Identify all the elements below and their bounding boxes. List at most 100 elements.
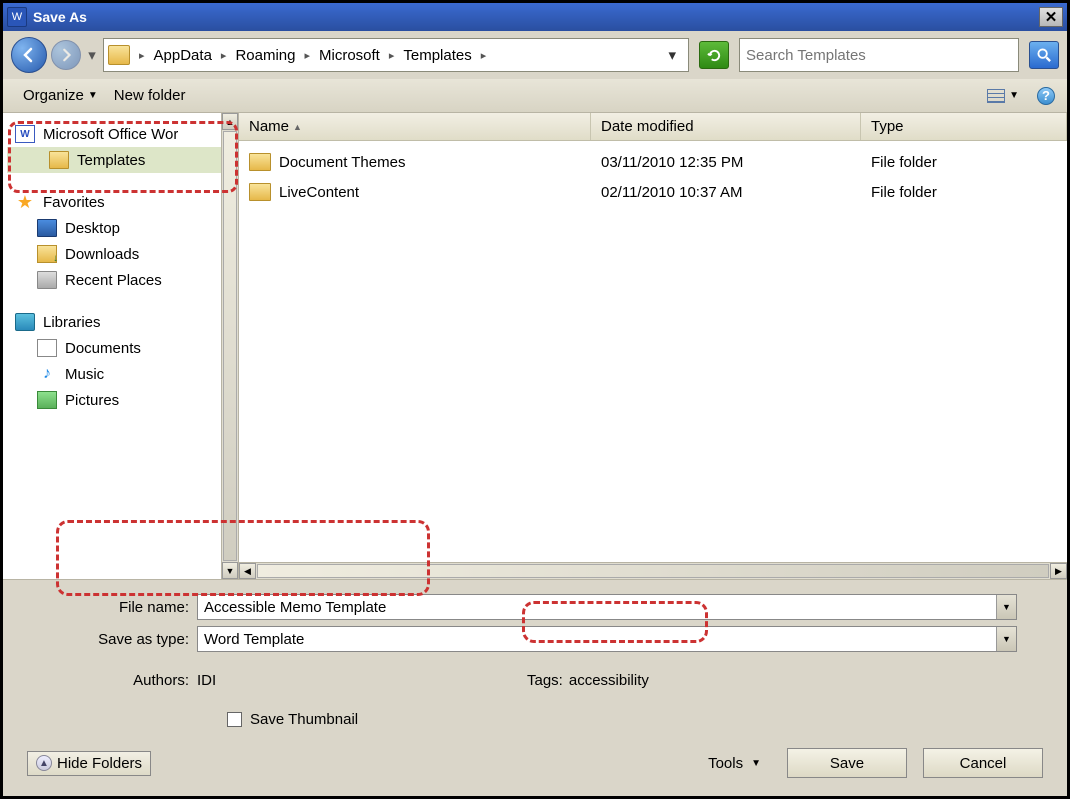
column-headers: Name ▲ Date modified Type: [239, 113, 1067, 141]
savetype-value: Word Template: [204, 631, 304, 648]
tree-item-documents[interactable]: Documents: [7, 335, 234, 361]
new-folder-button[interactable]: New folder: [106, 84, 194, 107]
footer: ▲ Hide Folders Tools ▼ Save Cancel: [3, 738, 1067, 796]
tree-label: Favorites: [43, 194, 105, 211]
new-folder-label: New folder: [114, 87, 186, 104]
chevron-right-icon: ▸: [386, 49, 398, 62]
folder-icon: [49, 151, 69, 169]
file-list[interactable]: Document Themes 03/11/2010 12:35 PM File…: [239, 141, 1067, 562]
chevron-down-icon: ▼: [88, 90, 98, 101]
savetype-label: Save as type:: [27, 631, 197, 648]
search-button[interactable]: [1029, 41, 1059, 69]
tree-label: Music: [65, 366, 104, 383]
music-icon: ♪: [37, 365, 57, 383]
search-box[interactable]: [739, 38, 1019, 72]
chevron-right-icon: ▸: [218, 49, 230, 62]
toolbar: Organize ▼ New folder ▼ ?: [3, 79, 1067, 113]
file-type: File folder: [871, 154, 937, 171]
documents-icon: [37, 339, 57, 357]
sidebar-scrollbar[interactable]: ▲ ▼: [221, 113, 238, 579]
filename-field[interactable]: Accessible Memo Template ▼: [197, 594, 1017, 620]
titlebar: W Save As ✕: [3, 3, 1067, 31]
forward-button[interactable]: [51, 40, 81, 70]
file-date: 02/11/2010 10:37 AM: [601, 184, 743, 201]
chevron-right-icon: ▸: [136, 49, 148, 62]
tree-label: Recent Places: [65, 272, 162, 289]
tools-menu[interactable]: Tools ▼: [698, 755, 771, 772]
scroll-thumb[interactable]: [257, 564, 1049, 578]
pictures-icon: [37, 391, 57, 409]
horizontal-scrollbar[interactable]: ◀ ▶: [239, 562, 1067, 579]
recent-icon: [37, 271, 57, 289]
search-input[interactable]: [744, 46, 1014, 65]
chevron-up-icon: ▲: [36, 755, 52, 771]
help-button[interactable]: ?: [1037, 87, 1055, 105]
folder-icon: [249, 183, 271, 201]
tree-item-pictures[interactable]: Pictures: [7, 387, 234, 413]
tree-label: Microsoft Office Wor: [43, 126, 178, 143]
crumb-roaming[interactable]: Roaming: [229, 47, 301, 64]
save-thumbnail-label: Save Thumbnail: [250, 711, 358, 728]
organize-button[interactable]: Organize ▼: [15, 84, 106, 107]
organize-label: Organize: [23, 87, 84, 104]
filename-value: Accessible Memo Template: [204, 599, 386, 616]
scroll-thumb[interactable]: [223, 131, 237, 561]
close-button[interactable]: ✕: [1039, 7, 1063, 27]
hide-folders-button[interactable]: ▲ Hide Folders: [27, 751, 151, 776]
column-name[interactable]: Name ▲: [239, 113, 591, 140]
tree-item-favorites[interactable]: ★ Favorites: [7, 189, 234, 215]
address-dropdown[interactable]: ▾: [660, 46, 684, 64]
crumb-templates[interactable]: Templates: [397, 47, 477, 64]
column-type[interactable]: Type: [861, 113, 1067, 140]
navigation-pane: W Microsoft Office Wor Templates ★ Favor…: [3, 113, 239, 579]
libraries-icon: [15, 313, 35, 331]
file-date: 03/11/2010 12:35 PM: [601, 154, 743, 171]
tree-item-desktop[interactable]: Desktop: [7, 215, 234, 241]
main-area: W Microsoft Office Wor Templates ★ Favor…: [3, 113, 1067, 580]
address-bar[interactable]: ▸ AppData ▸ Roaming ▸ Microsoft ▸ Templa…: [103, 38, 689, 72]
scroll-right-button[interactable]: ▶: [1050, 563, 1067, 579]
scroll-up-button[interactable]: ▲: [222, 113, 238, 130]
crumb-microsoft[interactable]: Microsoft: [313, 47, 386, 64]
window-title: Save As: [33, 9, 1039, 25]
savetype-field[interactable]: Word Template ▼: [197, 626, 1017, 652]
tree-item-libraries[interactable]: Libraries: [7, 309, 234, 335]
tree-item-templates[interactable]: Templates: [7, 147, 234, 173]
scroll-down-button[interactable]: ▼: [222, 562, 238, 579]
refresh-button[interactable]: [699, 41, 729, 69]
views-button[interactable]: ▼: [979, 86, 1027, 106]
arrow-right-icon: [59, 48, 73, 62]
tree-item-downloads[interactable]: Downloads: [7, 241, 234, 267]
scroll-left-button[interactable]: ◀: [239, 563, 256, 579]
desktop-icon: [37, 219, 57, 237]
nav-history-dropdown[interactable]: ▾: [85, 46, 99, 64]
column-date[interactable]: Date modified: [591, 113, 861, 140]
file-row[interactable]: Document Themes 03/11/2010 12:35 PM File…: [239, 147, 1067, 177]
navigation-bar: ▾ ▸ AppData ▸ Roaming ▸ Microsoft ▸ Temp…: [3, 31, 1067, 79]
tree-item-word[interactable]: W Microsoft Office Wor: [7, 121, 234, 147]
save-thumbnail-checkbox[interactable]: [227, 712, 242, 727]
authors-value[interactable]: IDI: [197, 672, 397, 689]
save-as-dialog: W Save As ✕ ▾ ▸ AppData ▸ Roaming ▸ Micr…: [0, 0, 1070, 799]
authors-label: Authors:: [27, 672, 197, 689]
file-name: Document Themes: [279, 154, 405, 171]
save-button[interactable]: Save: [787, 748, 907, 778]
tree-label: Documents: [65, 340, 141, 357]
folder-icon: [249, 153, 271, 171]
tree-item-music[interactable]: ♪ Music: [7, 361, 234, 387]
dropdown-button[interactable]: ▼: [996, 595, 1016, 619]
tags-value[interactable]: accessibility: [569, 672, 649, 689]
tree-label: Templates: [77, 152, 145, 169]
file-row[interactable]: LiveContent 02/11/2010 10:37 AM File fol…: [239, 177, 1067, 207]
downloads-icon: [37, 245, 57, 263]
crumb-appdata[interactable]: AppData: [148, 47, 218, 64]
word-doc-icon: W: [15, 125, 35, 143]
tags-label: Tags:: [527, 672, 569, 689]
cancel-button[interactable]: Cancel: [923, 748, 1043, 778]
file-type: File folder: [871, 184, 937, 201]
back-button[interactable]: [11, 37, 47, 73]
file-list-view: Name ▲ Date modified Type Document Theme…: [239, 113, 1067, 579]
tree-item-recent[interactable]: Recent Places: [7, 267, 234, 293]
views-icon: [987, 89, 1005, 103]
dropdown-button[interactable]: ▼: [996, 627, 1016, 651]
